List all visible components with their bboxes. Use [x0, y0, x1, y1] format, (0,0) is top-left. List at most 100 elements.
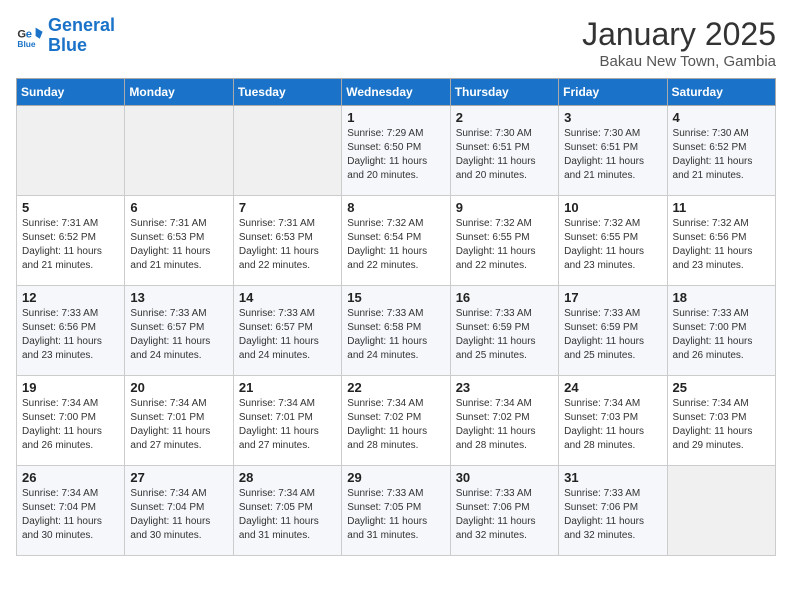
logo-icon: G e Blue [16, 22, 44, 50]
day-cell [233, 106, 341, 196]
day-info: Sunrise: 7:33 AMSunset: 7:06 PMDaylight:… [564, 487, 661, 543]
day-number: 16 [456, 290, 553, 305]
day-cell [125, 106, 233, 196]
logo-text: General [48, 16, 115, 36]
day-info: Sunrise: 7:34 AMSunset: 7:01 PMDaylight:… [130, 397, 227, 453]
day-info: Sunrise: 7:32 AMSunset: 6:54 PMDaylight:… [347, 217, 444, 273]
day-number: 17 [564, 290, 661, 305]
week-row-1: 1Sunrise: 7:29 AMSunset: 6:50 PMDaylight… [17, 106, 776, 196]
day-cell [667, 466, 775, 556]
day-number: 3 [564, 110, 661, 125]
day-info: Sunrise: 7:33 AMSunset: 7:05 PMDaylight:… [347, 487, 444, 543]
day-cell: 5Sunrise: 7:31 AMSunset: 6:52 PMDaylight… [17, 196, 125, 286]
day-cell: 12 Sunrise: 7:33 AMSunset: 6:56 PMDayligh… [17, 286, 125, 376]
day-info: Sunrise: 7:34 AMSunset: 7:02 PMDaylight:… [347, 397, 444, 453]
day-number: 24 [564, 380, 661, 395]
day-number: 12 [22, 290, 119, 305]
day-cell: 23 Sunrise: 7:34 AMSunset: 7:02 PMDayligh… [450, 376, 558, 466]
calendar-table: SundayMondayTuesdayWednesdayThursdayFrid… [16, 78, 776, 556]
day-number: 28 [239, 470, 336, 485]
calendar-header-row: SundayMondayTuesdayWednesdayThursdayFrid… [17, 79, 776, 106]
day-cell: 1Sunrise: 7:29 AMSunset: 6:50 PMDaylight… [342, 106, 450, 196]
day-cell: 10 Sunrise: 7:32 AMSunset: 6:55 PMDayligh… [559, 196, 667, 286]
day-number: 31 [564, 470, 661, 485]
day-cell: 28 Sunrise: 7:34 AMSunset: 7:05 PMDayligh… [233, 466, 341, 556]
day-number: 7 [239, 200, 336, 215]
day-cell: 20 Sunrise: 7:34 AMSunset: 7:01 PMDayligh… [125, 376, 233, 466]
day-number: 6 [130, 200, 227, 215]
day-info: Sunrise: 7:34 AMSunset: 7:02 PMDaylight:… [456, 397, 553, 453]
day-number: 25 [673, 380, 770, 395]
svg-text:Blue: Blue [17, 39, 35, 49]
day-info: Sunrise: 7:33 AMSunset: 6:59 PMDaylight:… [456, 307, 553, 363]
day-info: Sunrise: 7:34 AMSunset: 7:01 PMDaylight:… [239, 397, 336, 453]
day-number: 9 [456, 200, 553, 215]
day-cell: 9 Sunrise: 7:32 AMSunset: 6:55 PMDaylight… [450, 196, 558, 286]
day-info: Sunrise: 7:30 AMSunset: 6:51 PMDaylight:… [564, 127, 661, 183]
day-info: Sunrise: 7:32 AMSunset: 6:56 PMDaylight:… [673, 217, 770, 273]
day-info: Sunrise: 7:34 AMSunset: 7:04 PMDaylight:… [22, 487, 119, 543]
day-cell [17, 106, 125, 196]
header-wednesday: Wednesday [342, 79, 450, 106]
day-info: Sunrise: 7:30 AMSunset: 6:52 PMDaylight:… [673, 127, 770, 183]
day-cell: 4Sunrise: 7:30 AMSunset: 6:52 PMDaylight… [667, 106, 775, 196]
header-sunday: Sunday [17, 79, 125, 106]
day-info: Sunrise: 7:31 AMSunset: 6:52 PMDaylight:… [22, 217, 119, 273]
day-info: Sunrise: 7:33 AMSunset: 6:57 PMDaylight:… [130, 307, 227, 363]
day-info: Sunrise: 7:33 AMSunset: 6:56 PMDaylight:… [22, 307, 119, 363]
day-info: Sunrise: 7:34 AMSunset: 7:05 PMDaylight:… [239, 487, 336, 543]
day-cell: 29 Sunrise: 7:33 AMSunset: 7:05 PMDayligh… [342, 466, 450, 556]
day-number: 21 [239, 380, 336, 395]
day-cell: 3 Sunrise: 7:30 AMSunset: 6:51 PMDaylight… [559, 106, 667, 196]
calendar-subtitle: Bakau New Town, Gambia [582, 53, 776, 70]
day-number: 8 [347, 200, 444, 215]
day-cell: 17 Sunrise: 7:33 AMSunset: 6:59 PMDayligh… [559, 286, 667, 376]
day-number: 18 [673, 290, 770, 305]
day-cell: 25Sunrise: 7:34 AMSunset: 7:03 PMDayligh… [667, 376, 775, 466]
day-number: 22 [347, 380, 444, 395]
week-row-3: 12 Sunrise: 7:33 AMSunset: 6:56 PMDayligh… [17, 286, 776, 376]
day-number: 20 [130, 380, 227, 395]
header-thursday: Thursday [450, 79, 558, 106]
day-cell: 6 Sunrise: 7:31 AMSunset: 6:53 PMDaylight… [125, 196, 233, 286]
day-cell: 18Sunrise: 7:33 AMSunset: 7:00 PMDayligh… [667, 286, 775, 376]
day-cell: 15 Sunrise: 7:33 AMSunset: 6:58 PMDayligh… [342, 286, 450, 376]
day-number: 11 [673, 200, 770, 215]
day-info: Sunrise: 7:33 AMSunset: 6:57 PMDaylight:… [239, 307, 336, 363]
calendar-title: January 2025 [582, 16, 776, 53]
day-info: Sunrise: 7:32 AMSunset: 6:55 PMDaylight:… [456, 217, 553, 273]
day-number: 15 [347, 290, 444, 305]
header-friday: Friday [559, 79, 667, 106]
title-block: January 2025 Bakau New Town, Gambia [582, 16, 776, 70]
day-number: 10 [564, 200, 661, 215]
header-saturday: Saturday [667, 79, 775, 106]
day-cell: 14 Sunrise: 7:33 AMSunset: 6:57 PMDayligh… [233, 286, 341, 376]
day-info: Sunrise: 7:29 AMSunset: 6:50 PMDaylight:… [347, 127, 444, 183]
day-cell: 11 Sunrise: 7:32 AMSunset: 6:56 PMDayligh… [667, 196, 775, 286]
day-info: Sunrise: 7:32 AMSunset: 6:55 PMDaylight:… [564, 217, 661, 273]
day-number: 29 [347, 470, 444, 485]
day-cell: 26 Sunrise: 7:34 AMSunset: 7:04 PMDayligh… [17, 466, 125, 556]
day-number: 19 [22, 380, 119, 395]
day-number: 26 [22, 470, 119, 485]
day-number: 23 [456, 380, 553, 395]
day-cell: 16 Sunrise: 7:33 AMSunset: 6:59 PMDayligh… [450, 286, 558, 376]
day-info: Sunrise: 7:34 AMSunset: 7:00 PMDaylight:… [22, 397, 119, 453]
day-info: Sunrise: 7:33 AMSunset: 6:59 PMDaylight:… [564, 307, 661, 363]
day-number: 13 [130, 290, 227, 305]
week-row-5: 26 Sunrise: 7:34 AMSunset: 7:04 PMDayligh… [17, 466, 776, 556]
day-cell: 22 Sunrise: 7:34 AMSunset: 7:02 PMDayligh… [342, 376, 450, 466]
day-number: 14 [239, 290, 336, 305]
day-cell: 2Sunrise: 7:30 AMSunset: 6:51 PMDaylight… [450, 106, 558, 196]
day-cell: 27Sunrise: 7:34 AMSunset: 7:04 PMDayligh… [125, 466, 233, 556]
day-cell: 7 Sunrise: 7:31 AMSunset: 6:53 PMDaylight… [233, 196, 341, 286]
week-row-2: 5Sunrise: 7:31 AMSunset: 6:52 PMDaylight… [17, 196, 776, 286]
day-cell: 8 Sunrise: 7:32 AMSunset: 6:54 PMDaylight… [342, 196, 450, 286]
day-cell: 31 Sunrise: 7:33 AMSunset: 7:06 PMDayligh… [559, 466, 667, 556]
day-info: Sunrise: 7:31 AMSunset: 6:53 PMDaylight:… [130, 217, 227, 273]
page-header: G e Blue General Blue January 2025 Bakau… [16, 16, 776, 70]
day-info: Sunrise: 7:33 AMSunset: 6:58 PMDaylight:… [347, 307, 444, 363]
day-number: 2 [456, 110, 553, 125]
day-number: 30 [456, 470, 553, 485]
day-info: Sunrise: 7:31 AMSunset: 6:53 PMDaylight:… [239, 217, 336, 273]
